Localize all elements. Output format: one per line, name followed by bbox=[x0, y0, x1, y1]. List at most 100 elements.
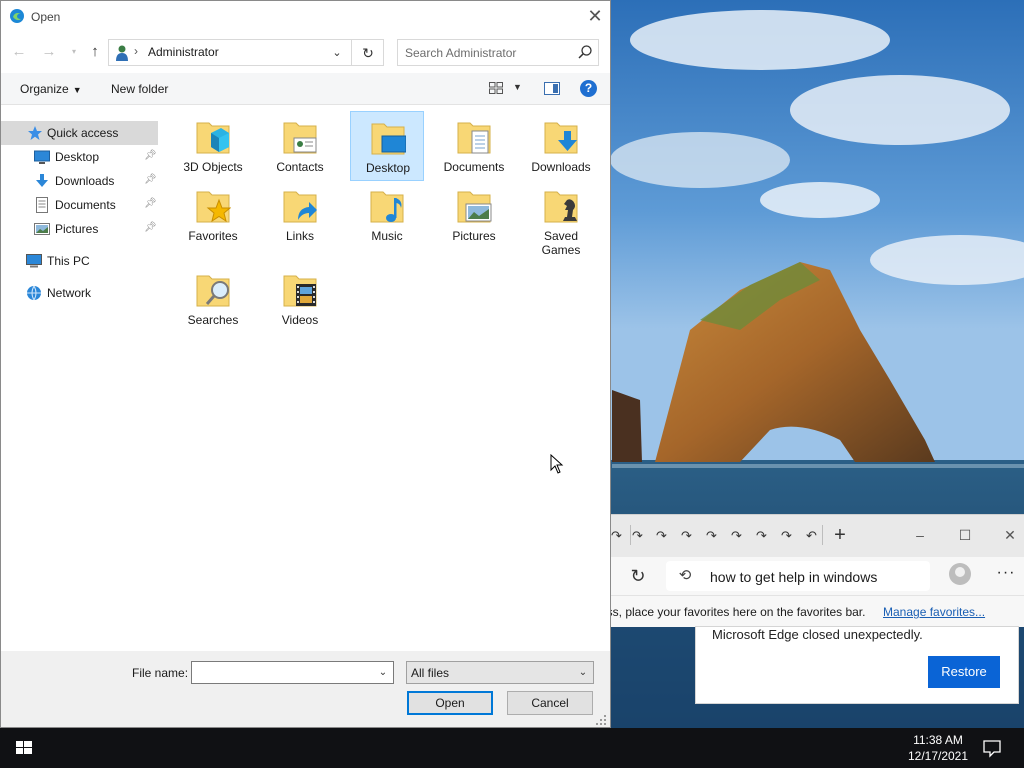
sidebar-item-downloads[interactable]: Downloads 📌︎ bbox=[1, 169, 158, 193]
more-options-icon[interactable]: ··· bbox=[996, 565, 1016, 581]
tab-icon[interactable]: ↷ bbox=[681, 529, 695, 543]
system-clock[interactable]: 11:38 AM 12/17/2021 bbox=[900, 732, 976, 764]
tab-icon[interactable]: ↷ bbox=[632, 529, 646, 543]
file-name-label: File name: bbox=[132, 666, 189, 680]
navigation-bar: ← → ▾ ↑ › Administrator ⌄ ↻ bbox=[1, 32, 610, 72]
arrow-right-icon[interactable]: → bbox=[40, 43, 58, 61]
document-icon bbox=[36, 197, 48, 213]
film-strip-icon bbox=[283, 275, 317, 307]
folder-favorites[interactable]: Favorites bbox=[176, 180, 250, 250]
file-name-field[interactable]: ⌄ bbox=[191, 661, 394, 684]
open-button[interactable]: Open bbox=[407, 691, 493, 715]
address-bar[interactable]: ⟲ how to get help in windows bbox=[666, 561, 930, 591]
dialog-title: Open bbox=[31, 10, 61, 24]
new-folder-button[interactable]: New folder bbox=[111, 82, 168, 96]
folder-label: Searches bbox=[187, 313, 239, 327]
windows-start-icon[interactable] bbox=[0, 728, 48, 768]
folder-label: Videos bbox=[281, 313, 319, 327]
chevron-down-icon[interactable]: ▾ bbox=[65, 43, 83, 61]
tab-icon[interactable]: ↷ bbox=[656, 529, 670, 543]
chevron-down-icon[interactable]: ⌄ bbox=[575, 664, 591, 681]
crash-message: Microsoft Edge closed unexpectedly. bbox=[712, 627, 923, 642]
minimize-icon[interactable]: – bbox=[910, 525, 930, 545]
folder-label: Music bbox=[371, 229, 403, 243]
music-note-icon bbox=[370, 191, 404, 223]
sidebar-item-quick-access[interactable]: Quick access bbox=[1, 121, 158, 145]
sidebar-item-this-pc[interactable]: This PC bbox=[1, 249, 158, 273]
file-type-select[interactable]: All files ⌄ bbox=[406, 661, 594, 684]
tab-icon[interactable]: ↶ bbox=[806, 529, 820, 543]
folder-pictures[interactable]: Pictures bbox=[437, 180, 511, 250]
download-icon bbox=[36, 174, 48, 187]
arrow-left-icon[interactable]: ← bbox=[10, 43, 28, 61]
tab-icon[interactable]: ↷ bbox=[756, 529, 770, 543]
folder-music[interactable]: Music bbox=[350, 180, 424, 250]
tab-icon[interactable]: ↷ bbox=[611, 529, 625, 543]
contact-card-icon bbox=[283, 122, 317, 154]
divider bbox=[351, 40, 352, 65]
sidebar-item-label: Downloads bbox=[55, 174, 115, 188]
address-path-box[interactable]: › Administrator ⌄ ↻ bbox=[108, 39, 384, 66]
folder-contacts[interactable]: Contacts bbox=[263, 111, 337, 181]
title-bar: Open ✕ bbox=[1, 1, 610, 32]
folder-documents[interactable]: Documents bbox=[437, 111, 511, 181]
search-box[interactable] bbox=[397, 39, 599, 66]
taskbar: 11:38 AM 12/17/2021 bbox=[0, 728, 1024, 768]
clock-date: 12/17/2021 bbox=[907, 749, 969, 763]
manage-favorites-link[interactable]: Manage favorites... bbox=[883, 605, 985, 619]
sidebar-item-desktop[interactable]: Desktop 📌︎ bbox=[1, 145, 158, 169]
sidebar-item-documents[interactable]: Documents 📌︎ bbox=[1, 193, 158, 217]
refresh-icon[interactable]: ↻ bbox=[628, 566, 648, 586]
cancel-button[interactable]: Cancel bbox=[507, 691, 593, 715]
new-tab-button[interactable]: + bbox=[830, 525, 850, 545]
open-file-dialog: Open ✕ ← → ▾ ↑ › Administrator ⌄ ↻ Org bbox=[0, 0, 611, 728]
folder-downloads[interactable]: Downloads bbox=[524, 111, 598, 181]
maximize-icon[interactable]: ☐ bbox=[955, 525, 975, 545]
refresh-icon[interactable]: ↻ bbox=[358, 43, 378, 63]
sidebar-item-pictures[interactable]: Pictures 📌︎ bbox=[1, 217, 158, 241]
sidebar-item-label: Network bbox=[47, 286, 92, 300]
search-input[interactable] bbox=[405, 44, 565, 62]
folder-videos[interactable]: Videos bbox=[263, 264, 337, 334]
favorites-hint: ess, place your favorites here on the fa… bbox=[600, 605, 866, 619]
organize-button[interactable]: Organize ▼ bbox=[20, 82, 82, 96]
folder-saved-games[interactable]: Saved Games bbox=[524, 180, 598, 257]
pin-icon[interactable]: 📌︎ bbox=[144, 174, 157, 185]
restore-button[interactable]: Restore bbox=[928, 656, 1000, 688]
pictures-icon bbox=[457, 191, 492, 223]
tab-icon[interactable]: ↷ bbox=[731, 529, 745, 543]
pin-icon[interactable]: 📌︎ bbox=[144, 150, 157, 161]
breadcrumb-administrator[interactable]: Administrator bbox=[148, 45, 219, 59]
tab-icon[interactable]: ↷ bbox=[781, 529, 795, 543]
view-grid-icon[interactable] bbox=[489, 82, 503, 94]
close-icon[interactable]: ✕ bbox=[581, 5, 609, 29]
chess-piece-icon bbox=[544, 191, 578, 223]
profile-avatar-icon[interactable] bbox=[949, 563, 971, 585]
close-icon[interactable]: ✕ bbox=[1000, 525, 1020, 545]
edge-tab-strip: ↷ ↷ ↷ ↷ ↷ ↷ ↷ ↷ ↶ + – ☐ ✕ bbox=[560, 515, 1024, 557]
folder-desktop[interactable]: Desktop bbox=[350, 111, 424, 181]
caret-down-icon[interactable]: ▼ bbox=[513, 82, 522, 92]
sidebar-item-network[interactable]: Network bbox=[1, 281, 158, 305]
desktop-icon bbox=[371, 123, 406, 155]
chevron-down-icon[interactable]: ⌄ bbox=[375, 664, 391, 681]
pin-icon[interactable]: 📌︎ bbox=[144, 198, 157, 209]
address-text[interactable]: how to get help in windows bbox=[710, 569, 877, 585]
folder-searches[interactable]: Searches bbox=[176, 264, 250, 334]
arrow-up-icon[interactable]: ↑ bbox=[86, 43, 104, 61]
folder-label: Downloads bbox=[531, 160, 591, 174]
tab-icon[interactable]: ↷ bbox=[706, 529, 720, 543]
computer-icon bbox=[26, 254, 42, 268]
organize-label: Organize bbox=[20, 82, 69, 96]
edge-toolbar: ↻ ⟲ how to get help in windows ··· bbox=[560, 557, 1024, 595]
search-icon[interactable] bbox=[577, 44, 593, 60]
preview-pane-icon[interactable] bbox=[544, 82, 560, 95]
folder-label: Favorites bbox=[188, 229, 238, 243]
notification-icon[interactable] bbox=[982, 738, 1002, 758]
folder-3d-objects[interactable]: 3D Objects bbox=[176, 111, 250, 181]
chevron-down-icon[interactable]: ⌄ bbox=[327, 43, 347, 63]
help-icon[interactable]: ? bbox=[580, 80, 597, 97]
folder-links[interactable]: Links bbox=[263, 180, 337, 250]
pin-icon[interactable]: 📌︎ bbox=[144, 222, 157, 233]
resize-grip-icon[interactable] bbox=[595, 714, 607, 726]
